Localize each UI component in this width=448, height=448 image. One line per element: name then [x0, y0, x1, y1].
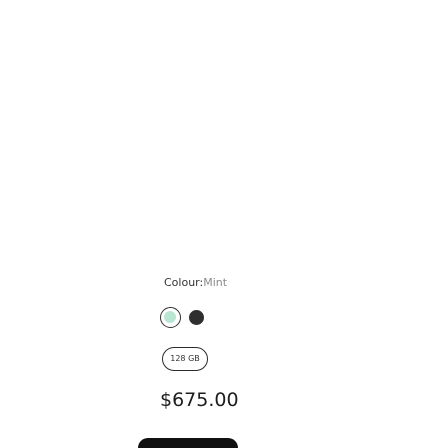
selected-colour-name: Mint [203, 276, 228, 289]
colour-label: Colour [164, 276, 200, 289]
storage-option-128gb[interactable]: 128 GB [162, 347, 208, 371]
colour-selector-label: Colour:Mint [164, 276, 227, 290]
colour-swatch-mint[interactable] [160, 307, 181, 328]
product-price: $675.00 [160, 389, 239, 411]
colour-swatch-black[interactable] [189, 310, 204, 325]
buy-button[interactable] [138, 438, 238, 448]
mint-swatch-dot [164, 311, 176, 323]
